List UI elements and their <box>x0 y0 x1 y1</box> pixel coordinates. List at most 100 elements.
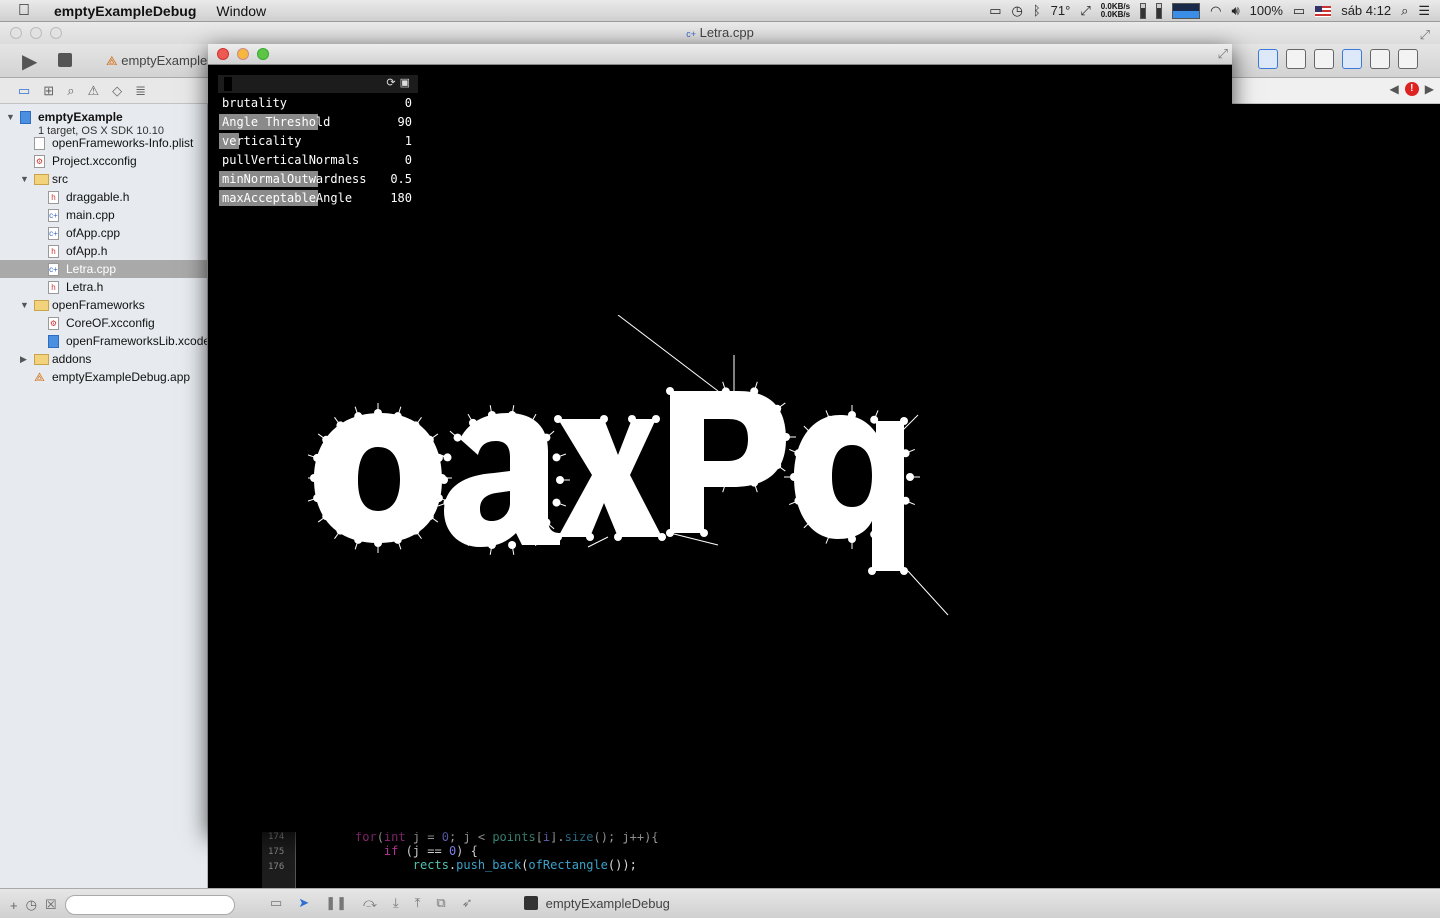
scheme-selector[interactable]: ⟁ emptyExample <box>106 53 207 69</box>
menu-window[interactable]: Window <box>216 3 266 19</box>
code-editor[interactable]: 174 175 176 for(int j = 0; j < points[i]… <box>262 830 1440 889</box>
previous-issue-icon[interactable]: ◀ <box>1390 82 1399 96</box>
gui-slider[interactable]: pullVerticalNormals 0 <box>218 151 418 170</box>
tree-item[interactable]: c+ ofApp.cpp <box>0 224 207 242</box>
gui-slider[interactable]: minNormalOutwardness 0.5 <box>218 170 418 189</box>
input-source-flag-icon[interactable] <box>1315 5 1332 17</box>
next-issue-icon[interactable]: ▶ <box>1425 82 1434 96</box>
reload-icon[interactable]: ⟳ <box>386 77 399 89</box>
vertex-node <box>469 533 477 542</box>
disclosure-triangle-open-icon[interactable]: ▼ <box>20 170 29 188</box>
step-into-icon[interactable]: ⤓ <box>393 895 399 911</box>
apple-icon[interactable]:  <box>18 0 38 22</box>
code-line[interactable]: for(int j = 0; j < points[i].size(); j++… <box>355 830 659 844</box>
disclosure-triangle-closed-icon[interactable]: ▶ <box>20 350 27 368</box>
step-over-icon[interactable]: ⤼ <box>363 895 377 911</box>
tree-item[interactable]: ⚙ CoreOF.xcconfig <box>0 314 207 332</box>
tree-item[interactable]: h ofApp.h <box>0 242 207 260</box>
temperature-readout[interactable]: 71° <box>1051 0 1071 22</box>
memory-bar-icon[interactable] <box>1140 3 1147 19</box>
vertex-node <box>773 404 782 413</box>
gui-slider[interactable]: verticality 1 <box>218 132 418 151</box>
xcode-minimize-button[interactable] <box>30 27 42 39</box>
standard-editor-toggle[interactable] <box>1258 49 1278 69</box>
vertex-node <box>354 412 363 421</box>
volume-icon[interactable]: 🔊︎ <box>1231 0 1239 22</box>
step-out-icon[interactable]: ⤒ <box>415 895 421 911</box>
code-token: j = <box>405 830 442 844</box>
code-line[interactable]: rects.push_back(ofRectangle()); <box>355 858 637 872</box>
project-navigator-folder-icon[interactable]: ▭ <box>18 83 30 99</box>
menu-app-name[interactable]: emptyExampleDebug <box>54 3 196 19</box>
run-button[interactable]: ▶ <box>22 49 37 74</box>
gui-slider[interactable]: maxAcceptableAngle 180 <box>218 189 418 208</box>
wifi-icon[interactable]: ◠ <box>1210 0 1221 22</box>
bluetooth-icon[interactable]: ᛒ <box>1033 0 1041 22</box>
menu-bar:  emptyExampleDebug Window ▭ ◷ ᛒ 71° ⤢ 0… <box>0 0 1440 22</box>
xcode-zoom-button[interactable] <box>50 27 62 39</box>
disclosure-triangle-open-icon[interactable]: ▼ <box>6 108 15 126</box>
vertex-node <box>552 453 561 462</box>
hide-debug-area-icon[interactable]: ▭ <box>270 895 282 911</box>
find-navigator-search-icon[interactable]: ⌕ <box>67 83 74 99</box>
disk-bar-icon[interactable] <box>1156 3 1163 19</box>
spotlight-search-icon[interactable]: ⌕ <box>1401 0 1408 22</box>
test-navigator-diamond-icon[interactable]: ◇ <box>112 83 122 99</box>
of-zoom-button[interactable] <box>257 48 269 60</box>
tree-item-label: ofApp.cpp <box>66 226 121 240</box>
error-badge-icon[interactable]: ! <box>1404 82 1419 96</box>
save-icon[interactable]: ▣ <box>400 77 414 89</box>
code-line[interactable]: if (j == 0) { <box>355 844 478 858</box>
tree-item[interactable]: ▶ addons <box>0 350 207 368</box>
debug-target[interactable]: emptyExampleDebug <box>524 896 670 911</box>
breakpoints-toggle-icon[interactable]: ➤ <box>298 895 309 911</box>
pause-icon[interactable]: ❚❚ <box>325 895 347 911</box>
tree-item[interactable]: ⚙ Project.xcconfig <box>0 152 207 170</box>
tree-item[interactable]: ⟁ emptyExampleDebug.app <box>0 368 207 386</box>
tree-item[interactable]: ▼ src <box>0 170 207 188</box>
clock[interactable]: sáb 4:12 <box>1341 0 1391 22</box>
tree-item[interactable]: c+ Letra.cpp <box>0 260 207 278</box>
of-canvas[interactable]: ⟳▣ brutality 0 Angle Threshold 90 verticalit… <box>208 65 1232 832</box>
simulate-location-icon[interactable]: ➶ <box>462 895 473 911</box>
filter-source-control-icon[interactable]: ☒ <box>45 897 57 913</box>
disclosure-triangle-open-icon[interactable]: ▼ <box>20 296 29 314</box>
navigator-filter-input[interactable] <box>64 895 235 915</box>
vertex-node <box>453 433 462 442</box>
tree-item[interactable]: h draggable.h <box>0 188 207 206</box>
network-speed[interactable]: 0.0KB/s 0.0KB/s <box>1101 3 1130 19</box>
debug-area-toggle[interactable] <box>1370 49 1390 69</box>
of-minimize-button[interactable] <box>237 48 249 60</box>
assistant-editor-toggle[interactable] <box>1286 49 1306 69</box>
of-app-titlebar[interactable]: ⤢ <box>208 44 1232 65</box>
tree-item[interactable]: h Letra.h <box>0 278 207 296</box>
gui-header[interactable]: ⟳▣ <box>218 75 418 93</box>
expand-arrows-icon[interactable]: ⤢ <box>1080 0 1090 22</box>
fullscreen-icon[interactable]: ⤢ <box>1420 24 1430 46</box>
view-debugging-icon[interactable]: ⧉ <box>436 895 445 911</box>
navigator-selector-bar: ▭ ⊞ ⌕ ⚠ ◇ ≣ <box>0 78 208 104</box>
issue-navigator-warning-icon[interactable]: ⚠ <box>87 83 99 99</box>
airplay-icon[interactable]: ▭ <box>989 0 1001 22</box>
tree-item[interactable]: openFrameworksLib.xcodeproj <box>0 332 207 350</box>
tree-item[interactable]: c+ main.cpp <box>0 206 207 224</box>
notification-center-icon[interactable]: ☰ <box>1418 0 1430 22</box>
of-close-button[interactable] <box>217 48 229 60</box>
tree-item[interactable]: ▼ openFrameworks <box>0 296 207 314</box>
gui-name-field[interactable] <box>224 77 232 91</box>
recent-files-clock-icon[interactable]: ◷ <box>26 897 37 913</box>
gui-slider[interactable]: Angle Threshold 90 <box>218 113 418 132</box>
time-machine-icon[interactable]: ◷ <box>1012 0 1023 22</box>
version-editor-toggle[interactable] <box>1314 49 1334 69</box>
xcode-close-button[interactable] <box>10 27 22 39</box>
battery-readout[interactable]: 100% <box>1250 0 1283 22</box>
tree-item[interactable]: openFrameworks-Info.plist <box>0 134 207 152</box>
utilities-toggle[interactable] <box>1398 49 1418 69</box>
gui-slider[interactable]: brutality 0 <box>218 94 418 113</box>
navigator-toggle[interactable] <box>1342 49 1362 69</box>
expand-icon[interactable]: ⤢ <box>1218 46 1228 62</box>
debug-navigator-icon[interactable]: ≣ <box>135 83 146 99</box>
cpu-graph-icon[interactable] <box>1172 3 1201 19</box>
stop-button[interactable] <box>58 53 72 67</box>
symbol-navigator-icon[interactable]: ⊞ <box>43 83 54 99</box>
